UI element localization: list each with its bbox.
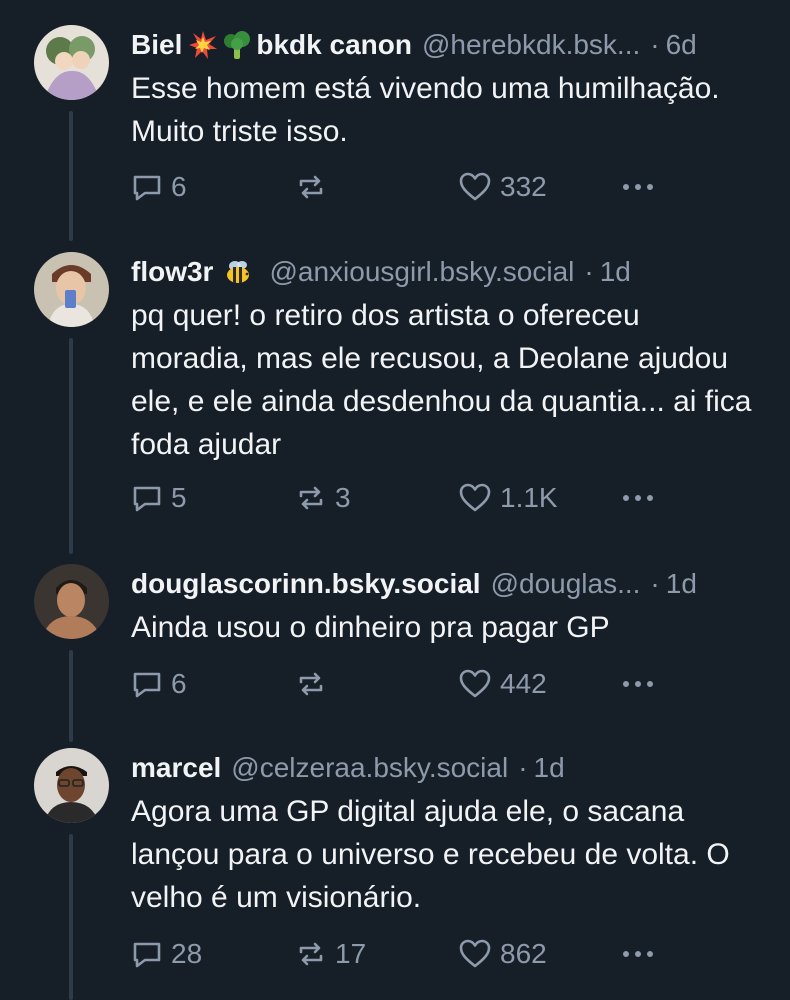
avatar[interactable] <box>34 252 109 327</box>
repost-icon <box>299 486 323 510</box>
author-handle[interactable]: @herebkdk.bsk... <box>422 29 640 61</box>
author-handle[interactable]: @anxiousgirl.bsky.social <box>269 256 574 288</box>
more-icon <box>623 495 653 501</box>
reply-icon <box>133 672 161 698</box>
thread-line <box>69 650 73 742</box>
repost-icon <box>299 672 323 696</box>
avatar[interactable] <box>34 564 109 639</box>
like-button[interactable]: 862 <box>458 938 547 970</box>
reply-count: 6 <box>171 171 187 202</box>
reply-count: 6 <box>171 668 187 699</box>
collision-emoji-icon <box>189 31 218 59</box>
post-actions: 6 332 <box>131 171 771 207</box>
thread-line <box>69 338 73 554</box>
post-time[interactable]: 1d <box>534 752 565 784</box>
post-time[interactable]: 1d <box>600 256 631 288</box>
dot-separator: · <box>518 752 528 783</box>
heart-icon <box>459 172 491 201</box>
like-button[interactable]: 332 <box>458 171 547 203</box>
author-name[interactable]: marcel <box>131 752 221 784</box>
more-icon <box>623 681 653 687</box>
post-header: Biel bkdk canon @herebkdk.bsk... · 6d <box>131 25 776 65</box>
reply-icon <box>133 942 161 968</box>
like-button[interactable]: 442 <box>458 668 547 700</box>
post-actions: 28 17 862 <box>131 938 771 974</box>
author-name-suffix[interactable]: bkdk canon <box>256 29 412 61</box>
bee-emoji-icon <box>227 261 250 283</box>
author-name[interactable]: flow3r <box>131 256 213 288</box>
post-time[interactable]: 1d <box>666 568 697 600</box>
like-count: 332 <box>500 171 547 202</box>
author-name[interactable]: Biel <box>131 29 182 61</box>
heart-icon <box>459 669 491 698</box>
more-button[interactable] <box>620 171 656 203</box>
heart-icon <box>459 483 491 512</box>
dot-separator: · <box>650 29 660 60</box>
avatar[interactable] <box>34 748 109 823</box>
repost-button[interactable]: 17 <box>295 938 366 970</box>
more-button[interactable] <box>620 668 656 700</box>
reply-button[interactable]: 28 <box>131 938 202 970</box>
post-header: flow3r @anxiousgirl.bsky.social · 1d <box>131 252 776 292</box>
repost-icon <box>299 175 323 199</box>
reply-icon <box>133 175 161 201</box>
post-header: marcel @celzeraa.bsky.social · 1d <box>131 748 776 788</box>
more-icon <box>623 951 653 957</box>
post-header: douglascorinn.bsky.social @douglas... · … <box>131 564 776 604</box>
reply-count: 5 <box>171 482 187 513</box>
reply-icon <box>133 486 161 512</box>
more-button[interactable] <box>620 482 656 514</box>
broccoli-emoji-icon <box>224 31 251 59</box>
dot-separator: · <box>584 256 594 287</box>
thread-line <box>69 111 73 241</box>
repost-button[interactable]: 3 <box>295 482 351 514</box>
post-time[interactable]: 6d <box>666 29 697 61</box>
reply-count: 28 <box>171 938 203 969</box>
post-text: Esse homem está vivendo uma humilhação. … <box>131 72 720 148</box>
post-text: pq quer! o retiro dos artista o ofereceu… <box>131 299 752 461</box>
repost-count: 3 <box>335 482 351 513</box>
more-icon <box>623 184 653 190</box>
repost-count: 17 <box>335 938 367 969</box>
dot-separator: · <box>650 568 660 599</box>
post-text: Ainda usou o dinheiro pra pagar GP <box>131 611 610 644</box>
post-actions: 5 3 1.1K <box>131 482 771 518</box>
like-button[interactable]: 1.1K <box>458 482 558 514</box>
more-button[interactable] <box>620 938 656 970</box>
heart-icon <box>459 939 491 968</box>
like-count: 862 <box>500 938 547 969</box>
repost-button[interactable] <box>295 668 335 700</box>
avatar[interactable] <box>34 25 109 100</box>
post-text: Agora uma GP digital ajuda ele, o sacana… <box>131 795 730 914</box>
author-name[interactable]: douglascorinn.bsky.social <box>131 568 481 600</box>
author-handle[interactable]: @douglas... <box>491 568 641 600</box>
reply-button[interactable]: 6 <box>131 668 187 700</box>
like-count: 442 <box>500 668 547 699</box>
repost-button[interactable] <box>295 171 335 203</box>
post-actions: 6 442 <box>131 668 771 704</box>
like-count: 1.1K <box>500 482 558 513</box>
repost-icon <box>299 942 323 966</box>
reply-button[interactable]: 6 <box>131 171 187 203</box>
author-handle[interactable]: @celzeraa.bsky.social <box>231 752 508 784</box>
reply-button[interactable]: 5 <box>131 482 187 514</box>
thread-line <box>69 834 73 1000</box>
